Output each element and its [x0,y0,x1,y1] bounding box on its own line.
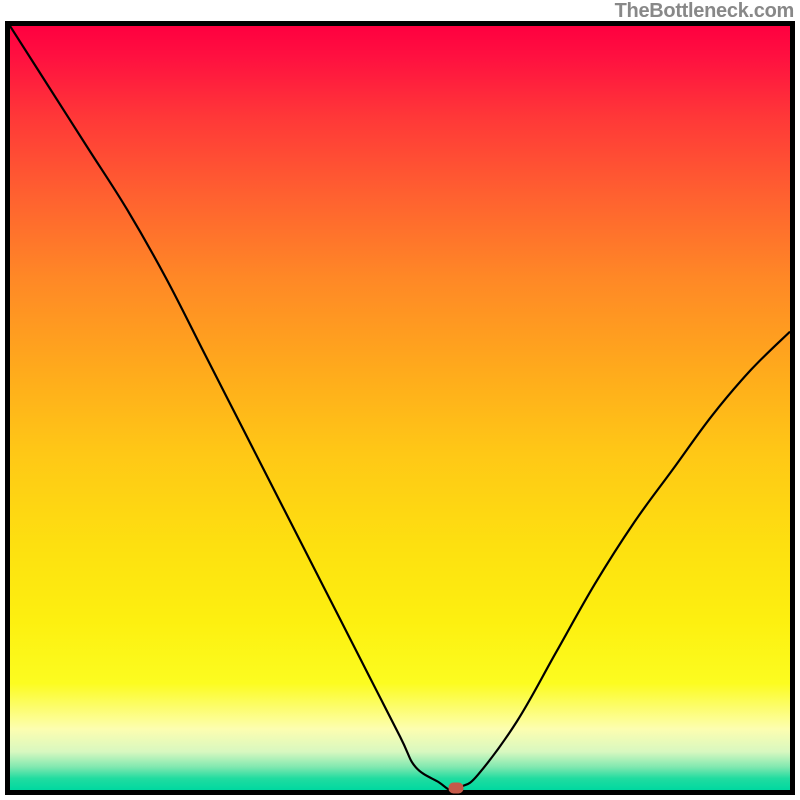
chart-plot-area [10,26,790,790]
chart-frame [5,21,795,795]
bottleneck-curve [10,26,790,790]
attribution-label: TheBottleneck.com [615,0,794,23]
optimum-marker [449,782,464,793]
